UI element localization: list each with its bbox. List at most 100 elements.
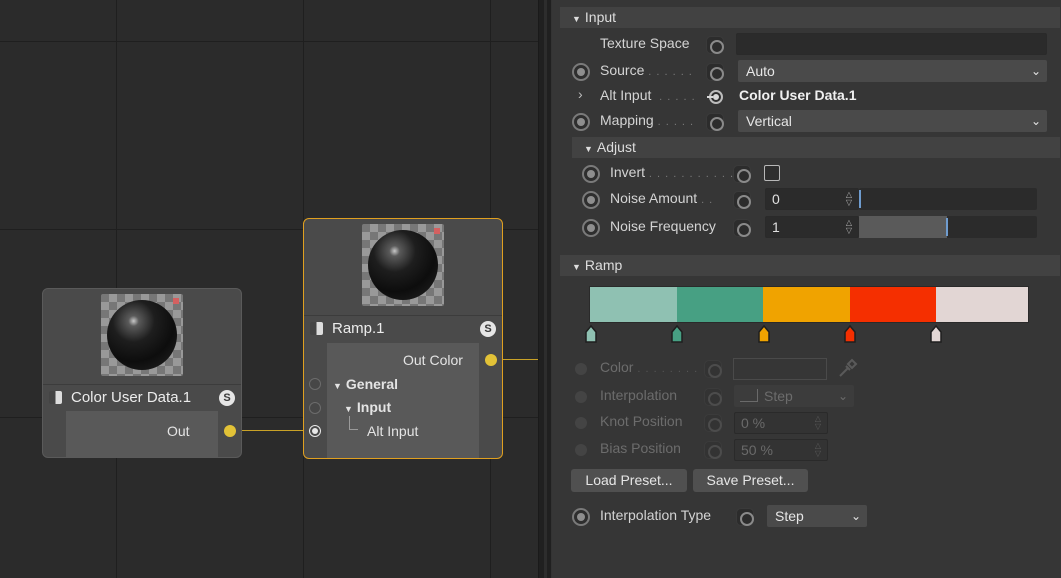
eyedropper-icon [836,358,858,380]
bias-position-label: Bias Position [600,440,681,456]
output-port-out[interactable] [224,425,236,437]
interpolation-type-dropdown[interactable]: Step ⌄ [767,505,867,527]
port-toggle-icon[interactable] [736,508,754,526]
tree-line [349,416,358,430]
port-toggle-icon[interactable] [733,191,751,209]
alt-input-value[interactable]: Color User Data.1 [739,87,856,103]
animation-keyframe-icon[interactable] [572,508,590,526]
ramp-segment [936,287,1028,322]
spinner-arrows-icon: △ ▽ [814,414,822,431]
chevron-down-icon: ⌄ [1030,64,1041,78]
group-header-input[interactable]: ▼ Input [560,7,1060,28]
material-preview-thumbnail [101,294,183,376]
color-label: Color . . . . . . . . [600,359,699,375]
ramp-knot-marker[interactable] [930,325,942,343]
group-header-adjust[interactable]: ▼ Adjust [572,137,1060,158]
input-group-input[interactable]: ▼ Input [344,399,391,415]
invert-checkbox[interactable] [764,165,780,181]
animation-keyframe-icon [575,444,587,456]
solo-icon[interactable]: S [480,321,496,337]
panel-splitter[interactable] [538,0,552,578]
input-port-input[interactable] [309,402,321,414]
noise-frequency-input[interactable]: 1 △ ▽ [765,216,859,238]
input-alt-input-label: Alt Input [367,423,419,439]
output-port-label: Out [167,423,190,439]
chevron-down-icon: ⌄ [837,389,848,403]
ramp-segment [763,287,850,322]
interpolation-label: Interpolation [600,387,678,403]
animation-keyframe-icon [575,363,587,375]
noise-amount-label: Noise Amount . . [610,190,714,206]
ramp-segment [677,287,763,322]
ramp-segment [590,287,677,322]
knot-position-label: Knot Position [600,413,683,429]
node-editor[interactable]: Color User Data.1 S Out Ramp.1 S Out Col… [0,0,538,578]
animation-keyframe-icon[interactable] [582,191,600,209]
port-toggle-icon[interactable] [733,219,751,237]
link-port-icon[interactable] [706,88,724,106]
attribute-panel: ▼ Input Texture Space Source . . . . . . … [552,0,1061,578]
animation-keyframe-icon [575,417,587,429]
texture-space-label: Texture Space [600,35,690,51]
triangle-down-icon: ▼ [584,144,593,154]
mapping-dropdown[interactable]: Vertical ⌄ [738,110,1047,132]
ramp-knot-marker[interactable] [844,325,856,343]
ramp-knot-marker[interactable] [671,325,683,343]
input-group-general[interactable]: ▼ General [333,376,398,392]
port-toggle-icon[interactable] [706,113,724,131]
noise-amount-input[interactable]: 0 △ ▽ [765,188,859,210]
node-ramp[interactable]: Ramp.1 S Out Color ▼ General ▼ Input Alt I… [303,218,503,459]
port-toggle-icon [704,414,722,432]
slider-handle[interactable] [859,190,861,208]
slider-handle[interactable] [946,218,948,236]
interpolation-type-label: Interpolation Type [600,507,712,523]
group-header-ramp[interactable]: ▼ Ramp [560,255,1060,276]
port-toggle-icon[interactable] [706,63,724,81]
spinner-arrows-icon: △ ▽ [814,441,822,458]
wire-out-to-alt-input [236,430,306,431]
gradient-ramp-bar[interactable] [589,286,1029,323]
output-port-out-color[interactable] [485,354,497,366]
port-toggle-icon[interactable] [706,36,724,54]
interpolation-dropdown: Step ⌄ [734,385,854,407]
chevron-down-icon: ⌄ [850,509,861,523]
animation-keyframe-icon[interactable] [572,113,590,131]
bias-position-input: 50 % △ ▽ [734,439,828,461]
noise-amount-slider[interactable] [859,188,1037,210]
step-curve-icon [740,389,758,402]
port-toggle-icon[interactable] [733,165,751,183]
node-title: Ramp.1 [332,320,385,337]
invert-label: Invert . . . . . . . . . . . [610,164,735,180]
color-swatch [733,358,827,380]
ramp-knot-marker[interactable] [758,325,770,343]
ramp-knot-marker[interactable] [585,325,597,343]
node-color-user-data[interactable]: Color User Data.1 S Out [42,288,242,458]
noise-frequency-slider[interactable] [859,216,1037,238]
texture-space-field[interactable] [736,33,1047,55]
save-preset-button[interactable]: Save Preset... [693,469,808,492]
node-type-icon [310,322,323,335]
input-port-general[interactable] [309,378,321,390]
load-preset-button[interactable]: Load Preset... [571,469,687,492]
solo-icon[interactable]: S [219,390,235,406]
knot-position-input: 0 % △ ▽ [734,412,828,434]
source-label: Source . . . . . . [600,62,693,78]
animation-keyframe-icon[interactable] [582,219,600,237]
triangle-down-icon: ▼ [572,262,581,272]
ramp-segment [850,287,936,322]
output-port-label: Out Color [403,352,463,368]
noise-frequency-label: Noise Frequency [610,218,716,234]
node-type-icon [49,391,62,404]
triangle-down-icon: ▼ [572,14,581,24]
chevron-right-icon[interactable]: › [578,86,583,102]
material-preview-thumbnail [362,224,444,306]
chevron-down-icon: ⌄ [1030,114,1041,128]
spinner-arrows-icon[interactable]: △ ▽ [844,219,854,235]
spinner-arrows-icon[interactable]: △ ▽ [844,191,854,207]
animation-keyframe-icon[interactable] [572,63,590,81]
mapping-label: Mapping . . . . . [600,112,695,128]
source-dropdown[interactable]: Auto ⌄ [738,60,1047,82]
animation-keyframe-icon[interactable] [582,165,600,183]
port-toggle-icon [704,360,722,378]
input-port-alt-input[interactable] [309,425,321,437]
